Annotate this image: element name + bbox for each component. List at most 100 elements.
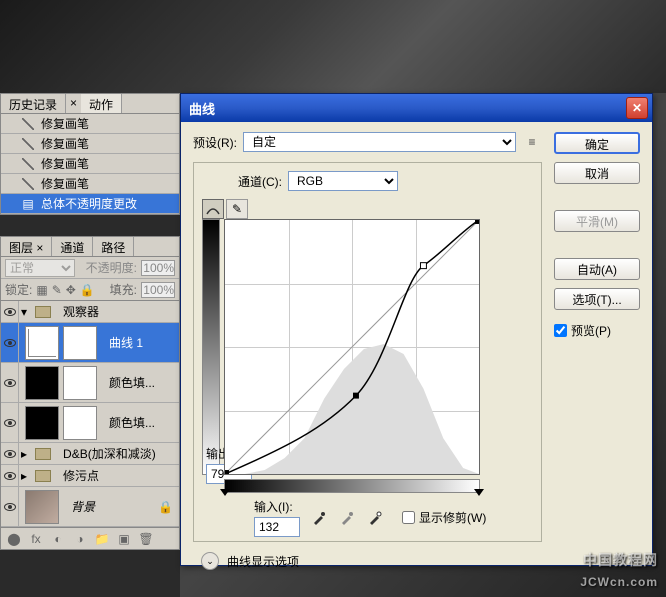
adjustment-icon[interactable]: ◑ — [73, 532, 87, 546]
curves-dialog: 曲线 ✕ 预设(R): 自定 ≡ 通道(C): RGB ✎ — [180, 93, 653, 566]
visibility-toggle[interactable] — [1, 443, 19, 464]
auto-button[interactable]: 自动(A) — [554, 258, 640, 280]
visibility-toggle[interactable] — [1, 323, 19, 362]
history-panel: 历史记录 × 动作 修复画笔 修复画笔 修复画笔 修复画笔 ▤总体不透明度更改 — [0, 93, 180, 215]
layers-panel: 图层 × 通道 路径 正常 不透明度: 锁定: ▦ ✎ ✥ 🔒 填充: ▾ 观察… — [0, 236, 180, 550]
black-eyedropper[interactable] — [310, 509, 328, 527]
fx-icon[interactable]: fx — [29, 532, 43, 546]
gray-eyedropper[interactable] — [338, 509, 356, 527]
chevron-right-icon[interactable]: ▸ — [19, 469, 29, 483]
tab-paths[interactable]: 路径 — [93, 237, 134, 256]
lock-transparency-icon[interactable]: ▦ — [36, 283, 47, 297]
chevron-down-icon: ⌄ — [201, 552, 219, 570]
layer-group[interactable]: ▸ D&B(加深和减淡) — [1, 443, 179, 465]
eye-icon — [4, 379, 16, 387]
curve-point-tool[interactable] — [202, 199, 224, 219]
eye-icon — [4, 308, 16, 316]
channel-select[interactable]: RGB — [288, 171, 398, 191]
chevron-right-icon[interactable]: ▸ — [19, 447, 29, 461]
layer-group[interactable]: ▸ 修污点 — [1, 465, 179, 487]
layer-name: 曲线 1 — [103, 334, 143, 351]
curve-lines — [225, 220, 479, 474]
layer-name: D&B(加深和减淡) — [57, 445, 156, 462]
folder-icon — [35, 470, 51, 482]
curve-graph[interactable] — [224, 219, 480, 475]
history-item-label: 修复画笔 — [41, 155, 89, 172]
tab-actions[interactable]: 动作 — [81, 94, 122, 113]
preset-select[interactable]: 自定 — [243, 132, 516, 152]
lock-move-icon[interactable]: ✥ — [66, 283, 76, 297]
history-item[interactable]: ▤总体不透明度更改 — [1, 194, 179, 214]
visibility-toggle[interactable] — [1, 487, 19, 526]
layer-row[interactable]: 颜色填... — [1, 363, 179, 403]
tab-close-icon[interactable]: × — [66, 94, 81, 113]
history-item[interactable]: 修复画笔 — [1, 174, 179, 194]
visibility-toggle[interactable] — [1, 465, 19, 486]
folder-icon[interactable]: 📁 — [95, 532, 109, 546]
visibility-toggle[interactable] — [1, 363, 19, 402]
curve-pencil-tool[interactable]: ✎ — [226, 199, 248, 219]
eye-icon — [4, 472, 16, 480]
black-point-slider[interactable] — [220, 489, 230, 496]
brush-icon — [21, 157, 35, 171]
trash-icon[interactable]: 🗑 — [139, 532, 153, 546]
expand-display-options[interactable]: ⌄ 曲线显示选项 — [193, 552, 542, 570]
folder-icon — [35, 306, 51, 318]
fill-input[interactable] — [141, 282, 175, 298]
blend-mode-select[interactable]: 正常 — [5, 259, 75, 277]
curves-left-col: 预设(R): 自定 ≡ 通道(C): RGB ✎ — [193, 132, 542, 570]
history-item[interactable]: 修复画笔 — [1, 114, 179, 134]
tab-history[interactable]: 历史记录 — [1, 94, 66, 113]
layer-row[interactable]: 颜色填... — [1, 403, 179, 443]
layer-blend-row: 正常 不透明度: — [1, 257, 179, 279]
layer-row[interactable]: 背景 🔒 — [1, 487, 179, 527]
input-row: 输入(I): 显示修剪(W) — [202, 498, 533, 537]
dialog-buttons: 确定 取消 平滑(M) 自动(A) 选项(T)... 预览(P) — [554, 132, 640, 570]
opacity-input[interactable] — [141, 260, 175, 276]
chevron-down-icon[interactable]: ▾ — [19, 305, 29, 319]
tab-layers[interactable]: 图层 × — [1, 237, 52, 256]
preview-input[interactable] — [554, 324, 567, 337]
layers-list: ▾ 观察器 曲线 1 颜色填... 颜色填... ▸ D&B(加深和减淡) — [1, 301, 179, 527]
layer-name: 修污点 — [57, 467, 99, 484]
history-item[interactable]: 修复画笔 — [1, 154, 179, 174]
show-clip-checkbox[interactable]: 显示修剪(W) — [402, 509, 486, 526]
brush-icon — [21, 177, 35, 191]
preset-menu-icon[interactable]: ≡ — [522, 133, 542, 151]
visibility-toggle[interactable] — [1, 403, 19, 442]
curve-tool-buttons: ✎ — [202, 199, 248, 219]
preview-checkbox[interactable]: 预览(P) — [554, 322, 640, 339]
new-layer-icon[interactable]: ▣ — [117, 532, 131, 546]
tab-channels[interactable]: 通道 — [52, 237, 93, 256]
mask-thumb — [63, 406, 97, 440]
show-clip-label: 显示修剪(W) — [419, 509, 486, 526]
layer-thumb — [25, 490, 59, 524]
preset-row: 预设(R): 自定 ≡ — [193, 132, 542, 152]
dialog-titlebar[interactable]: 曲线 ✕ — [181, 94, 652, 122]
link-icon[interactable]: ⬤ — [7, 532, 21, 546]
dialog-title: 曲线 — [185, 99, 626, 118]
lock-brush-icon[interactable]: ✎ — [52, 283, 62, 297]
history-item[interactable]: 修复画笔 — [1, 134, 179, 154]
layer-name: 背景 — [65, 498, 95, 515]
adjustment-thumb — [25, 326, 59, 360]
layer-group[interactable]: ▾ 观察器 — [1, 301, 179, 323]
layer-row[interactable]: 曲线 1 — [1, 323, 179, 363]
close-button[interactable]: ✕ — [626, 97, 648, 119]
visibility-toggle[interactable] — [1, 301, 19, 322]
options-button[interactable]: 选项(T)... — [554, 288, 640, 310]
brush-icon — [21, 117, 35, 131]
input-input[interactable] — [254, 517, 300, 537]
mask-thumb — [63, 326, 97, 360]
lock-icon: 🔒 — [158, 500, 173, 514]
lock-all-icon[interactable]: 🔒 — [80, 283, 95, 297]
opacity-icon: ▤ — [21, 197, 35, 211]
show-clip-input[interactable] — [402, 511, 415, 524]
white-point-slider[interactable] — [474, 489, 484, 496]
smooth-button[interactable]: 平滑(M) — [554, 210, 640, 232]
mask-icon[interactable]: ◐ — [51, 532, 65, 546]
cancel-button[interactable]: 取消 — [554, 162, 640, 184]
ok-button[interactable]: 确定 — [554, 132, 640, 154]
white-eyedropper[interactable] — [366, 509, 384, 527]
history-item-label: 修复画笔 — [41, 175, 89, 192]
